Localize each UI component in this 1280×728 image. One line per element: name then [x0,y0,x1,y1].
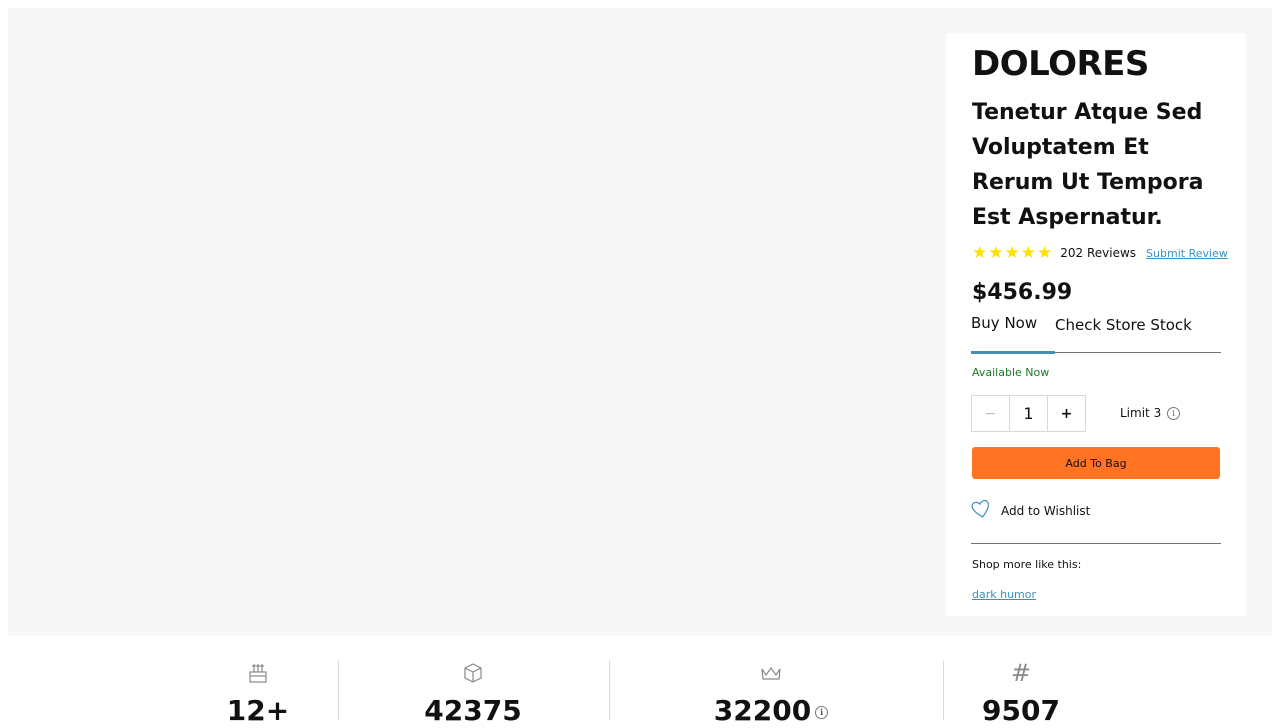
add-to-bag-button[interactable]: Add To Bag [972,447,1220,479]
hash-icon: # [1010,659,1032,687]
stat-value: 32200 i [714,694,829,728]
tab-buy-now[interactable]: Buy Now [971,312,1055,354]
limit-label: Limit 3 [1120,406,1162,420]
increase-quantity-button[interactable]: + [1048,396,1085,431]
star-icon: ★ [1037,243,1053,263]
stat-points: 32200 i [711,660,831,728]
cake-icon [248,660,268,686]
product-price: $456.99 [972,280,1073,305]
purchase-tabs: Buy Now Check Store Stock [971,312,1221,354]
decrease-quantity-button[interactable]: − [972,396,1010,431]
review-count: 202 Reviews [1060,246,1137,260]
submit-review-link[interactable]: Submit Review [1146,247,1228,260]
stat-divider [609,660,610,720]
product-title: Tenetur Atque Sed Voluptatem Et Rerum Ut… [972,100,1204,230]
tab-check-store-stock[interactable]: Check Store Stock [1055,314,1192,336]
star-icon: ★ [972,243,988,263]
shop-more-label: Shop more like this: [972,558,1082,571]
stat-item-number: # 9507 [961,659,1081,728]
add-to-wishlist-button[interactable]: Add to Wishlist [971,498,1090,523]
divider [971,543,1221,544]
product-brand: DOLORES [972,44,1149,84]
purchase-limit: Limit 3 i [1120,406,1181,420]
stat-divider [943,660,944,720]
tag-link[interactable]: dark humor [972,588,1036,601]
stat-age: 12+ [198,660,318,728]
stat-value: 9507 [982,694,1060,727]
star-icon: ★ [1004,243,1020,263]
star-rating: ★ ★ ★ ★ ★ [972,244,1052,262]
info-icon[interactable]: i [1167,406,1181,420]
heart-icon [971,498,991,523]
wishlist-label: Add to Wishlist [1001,503,1091,518]
stat-value: 42375 [424,694,522,727]
stat-value: 12+ [226,694,290,727]
quantity-stepper: − 1 + [971,395,1086,432]
box-icon [463,660,483,686]
rating-row: ★ ★ ★ ★ ★ 202 Reviews Submit Review [972,244,1228,262]
availability-status: Available Now [972,366,1050,379]
star-icon: ★ [988,243,1004,263]
star-icon: ★ [1020,243,1036,263]
stat-pieces: 42375 [413,660,533,728]
info-icon[interactable]: i [815,706,829,719]
stat-divider [338,660,339,720]
crown-icon [760,660,782,686]
quantity-value[interactable]: 1 [1010,396,1048,431]
